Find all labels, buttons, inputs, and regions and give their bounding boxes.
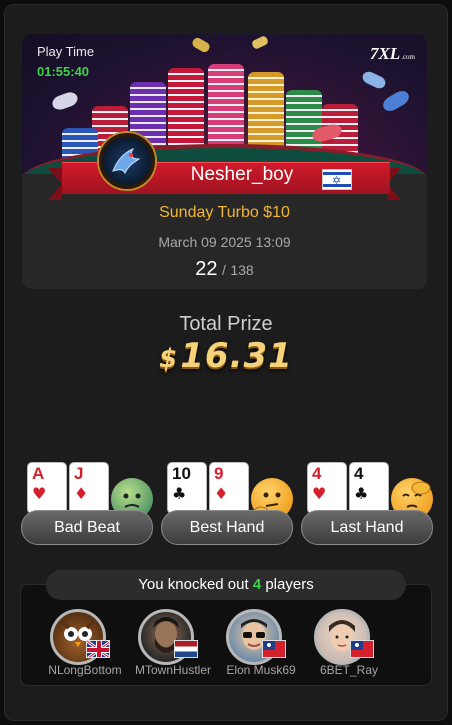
knocked-out-player[interactable]: Elon Musk69 [218,609,304,679]
player-name: Nesher_boy [190,164,294,185]
knocked-out-player[interactable]: NLongBottom [42,609,128,679]
last-hand-group[interactable]: 4 ♥ 4 ♣ Last Hand [301,462,433,547]
play-time-value: 01:55:40 [37,64,90,79]
bad-beat-button[interactable]: Bad Beat [21,510,153,545]
israel-flag-icon: ✡ [322,169,352,190]
taiwan-flag-icon [350,640,374,658]
knockouts-count: 4 [252,576,262,593]
best-hand-button[interactable]: Best Hand [161,510,293,545]
play-time-label: Play Time [37,44,95,59]
dragon-icon [112,147,141,175]
poker-chips-banner: Play Time 01:55:40 7XL.com [22,34,427,174]
total-prize-label: Total Prize [179,313,273,335]
knockouts-title: You knocked out 4 players [46,570,406,600]
player-avatar[interactable] [99,133,155,189]
position-separator: / [222,262,226,278]
playing-card: 4 ♥ [307,462,347,514]
playing-card: 9 ♦ [209,462,249,514]
best-hand-group[interactable]: 10 ♣ 9 ♦ Best Hand [161,462,293,547]
uk-flag-icon [86,640,110,658]
playing-card: 4 ♣ [349,462,389,514]
knocked-out-player[interactable]: MTownHustler [130,609,216,679]
total-players: 138 [230,262,254,278]
finish-position: 22 / 138 [22,258,427,281]
tournament-date: March 09 2025 13:09 [158,234,291,250]
ribbon-tail-left [48,168,62,200]
tournament-name: Sunday Turbo $10 [159,204,290,221]
netherlands-flag-icon [174,640,198,658]
knocked-out-player-name: 6BET_Ray [319,663,379,677]
taiwan-flag-icon [262,640,286,658]
total-prize-amount: $16.31 [159,336,293,376]
bad-beat-group[interactable]: A ♥ J ♦ Bad Beat [21,462,153,547]
playing-card: 10 ♣ [167,462,207,514]
position-value: 22 [195,258,218,280]
last-hand-button[interactable]: Last Hand [301,510,433,545]
playing-card: A ♥ [27,462,67,514]
brand-logo: 7XL.com [369,44,415,63]
knocked-out-player[interactable]: 6BET_Ray [306,609,392,679]
playing-card: J ♦ [69,462,109,514]
tournament-card: Play Time 01:55:40 7XL.com Nesher_boy ✡ … [22,34,427,289]
